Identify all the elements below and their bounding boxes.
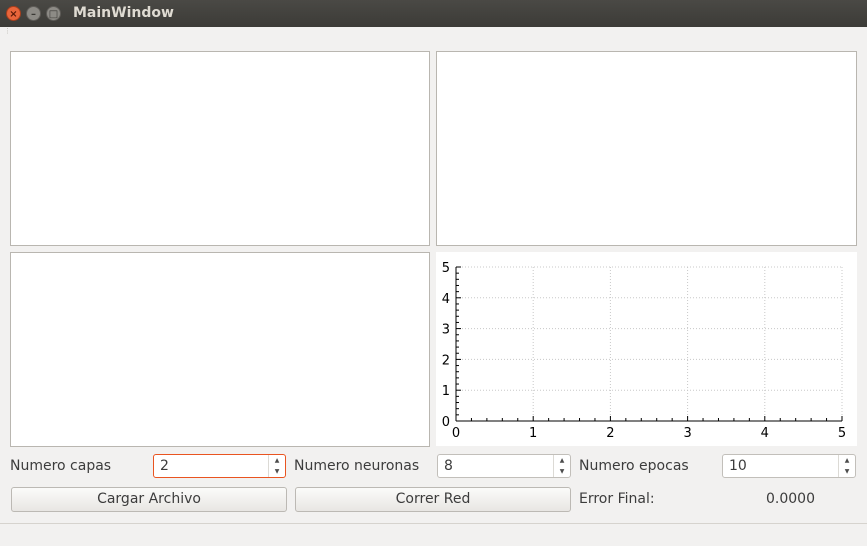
numero-neuronas-spinbox[interactable]: 8 ▲ ▼ [437, 454, 571, 478]
spin-up-icon[interactable]: ▲ [839, 455, 855, 466]
numero-capas-value[interactable]: 2 [160, 458, 169, 474]
plot-panel-top-right [436, 51, 857, 246]
numero-capas-label: Numero capas [10, 458, 112, 474]
x-tick-label: 2 [606, 426, 614, 441]
numero-capas-spinbox[interactable]: 2 ▲ ▼ [153, 454, 286, 478]
error-chart: 0 1 2 3 4 5 0 1 2 3 4 5 [436, 252, 857, 446]
y-tick-label: 5 [442, 261, 450, 276]
spin-down-icon[interactable]: ▼ [269, 466, 285, 477]
spin-arrows: ▲ ▼ [268, 455, 285, 477]
maximize-window-button[interactable]: □ [46, 6, 61, 21]
status-bar-divider [0, 523, 867, 524]
y-tick-label: 3 [442, 323, 450, 338]
error-final-value: 0.0000 [766, 491, 815, 507]
spin-down-icon[interactable]: ▼ [839, 466, 855, 477]
spin-arrows: ▲ ▼ [838, 455, 855, 477]
error-final-label: Error Final: [579, 491, 655, 507]
close-window-button[interactable]: × [6, 6, 21, 21]
numero-neuronas-value[interactable]: 8 [444, 458, 453, 474]
toolbar-grip-icon[interactable]: ⋮ [4, 28, 11, 37]
spin-arrows: ▲ ▼ [553, 455, 570, 477]
x-tick-label: 4 [761, 426, 769, 441]
x-tick-label: 0 [452, 426, 460, 441]
spin-up-icon[interactable]: ▲ [554, 455, 570, 466]
spin-up-icon[interactable]: ▲ [269, 455, 285, 466]
numero-epocas-value[interactable]: 10 [729, 458, 747, 474]
x-tick-label: 5 [838, 426, 846, 441]
plot-panel-top-left [10, 51, 430, 246]
y-tick-label: 0 [442, 415, 450, 430]
spin-down-icon[interactable]: ▼ [554, 466, 570, 477]
y-tick-label: 2 [442, 353, 450, 368]
numero-neuronas-label: Numero neuronas [294, 458, 420, 474]
error-chart-svg: 0 1 2 3 4 5 0 1 2 3 4 5 [442, 261, 846, 441]
x-tick-label: 3 [683, 426, 691, 441]
cargar-archivo-button[interactable]: Cargar Archivo [11, 487, 287, 512]
numero-epocas-spinbox[interactable]: 10 ▲ ▼ [722, 454, 856, 478]
title-bar: × – □ MainWindow [0, 0, 867, 27]
minimize-window-button[interactable]: – [26, 6, 41, 21]
plot-panel-bottom-left [10, 252, 430, 447]
numero-epocas-label: Numero epocas [579, 458, 689, 474]
correr-red-button[interactable]: Correr Red [295, 487, 571, 512]
y-tick-label: 4 [442, 292, 450, 307]
window-title: MainWindow [73, 5, 174, 21]
x-tick-label: 1 [529, 426, 537, 441]
y-tick-label: 1 [442, 384, 450, 399]
